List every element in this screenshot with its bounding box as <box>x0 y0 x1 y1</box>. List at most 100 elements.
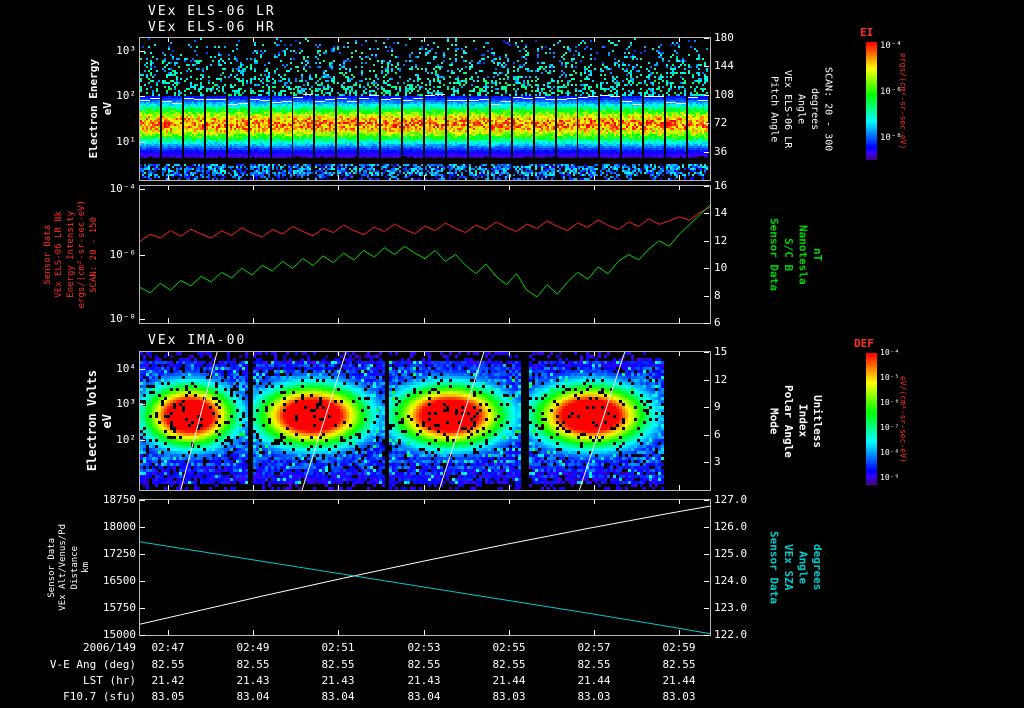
p4-ytick-label: 17250 <box>102 547 136 560</box>
time-label: 02:59 <box>662 641 696 654</box>
time-label: 02:49 <box>236 641 270 654</box>
ei-colorbar-title: EI <box>860 26 874 39</box>
p1-ytick-mark <box>140 96 145 97</box>
p4-time-tick-top <box>253 500 254 504</box>
p2-right-label-line: Nanotesla <box>796 224 810 285</box>
p2-time-tick-bottom <box>679 318 680 323</box>
table-value: 21.44 <box>662 674 696 687</box>
p1-left-label-line: eV <box>100 102 114 116</box>
vex-quicklook-plot: VEx ELS-06 LR VEx ELS-06 HR VEx IMA-00 E… <box>0 0 1024 708</box>
p4-ytick-label: 15000 <box>102 628 136 641</box>
p2-right-tick-label: 14 <box>714 206 728 220</box>
p1-time-tick-bottom <box>168 175 169 180</box>
p3-frame <box>139 351 711 491</box>
p4-frame <box>139 499 711 636</box>
p4-time-tick-top <box>509 500 510 504</box>
p1-time-tick-top <box>338 38 339 42</box>
p3-time-tick-top <box>253 352 254 356</box>
p3-ytick-mark <box>140 440 145 441</box>
p1-time-tick-top <box>509 38 510 42</box>
p4-time-tick-bottom <box>338 630 339 635</box>
p3-time-tick-top <box>594 352 595 356</box>
p1-right-label-line: degrees <box>809 87 820 131</box>
p1-rtick-mark <box>704 38 709 39</box>
p4-ytick-label: 16500 <box>102 574 136 587</box>
p4-rtick-mark <box>704 608 709 609</box>
table-value: 82.55 <box>151 658 185 671</box>
p3-right-tick-label: 6 <box>714 427 721 441</box>
time-label: 02:55 <box>492 641 526 654</box>
p4-time-tick-bottom <box>509 630 510 635</box>
p1-right-label-line: Angle <box>795 93 807 125</box>
p3-right-tick-label: 12 <box>714 372 728 386</box>
p2-rtick-mark <box>704 241 709 242</box>
p2-rtick-mark <box>704 323 709 324</box>
p4-ytick-label: 18000 <box>102 520 136 533</box>
p3-right-tick-label: 9 <box>714 400 721 414</box>
p2-time-tick-top <box>253 186 254 190</box>
table-row-label: F10.7 (sfu) <box>63 690 136 703</box>
p4-time-tick-bottom <box>424 630 425 635</box>
p3-time-tick-bottom <box>679 485 680 490</box>
p3-rtick-mark <box>704 380 709 381</box>
p2-left-label-line: Sensor Data <box>43 224 53 285</box>
panel3-title: VEx IMA-00 <box>148 333 247 348</box>
p4-rtick-mark <box>704 554 709 555</box>
p1-right-tick-label: 72 <box>714 116 728 130</box>
p2-time-tick-top <box>594 186 595 190</box>
p4-right-axis-label: Sensor Data VEx SZA Angle degrees <box>768 500 825 635</box>
table-row-label: LST (hr) <box>83 674 136 687</box>
colorbar-tick-label: 10⁻⁹ <box>880 473 900 483</box>
p1-frame <box>139 37 711 181</box>
p4-time-tick-top <box>168 500 169 504</box>
p1-time-tick-top <box>679 38 680 42</box>
p4-ytick-mark <box>140 608 145 609</box>
p2-time-tick-bottom <box>338 318 339 323</box>
p4-time-tick-bottom <box>594 630 595 635</box>
table-row-label: V-E Ang (deg) <box>49 658 136 671</box>
p2-ytick-mark <box>140 319 145 320</box>
p4-time-tick-bottom <box>253 630 254 635</box>
p2-right-tick-label: 16 <box>714 179 728 192</box>
p2-right-tick-label: 10 <box>714 261 728 275</box>
p3-time-tick-bottom <box>253 485 254 490</box>
p1-left-axis-label: Electron Energy eV <box>87 38 114 180</box>
p4-left-axis-label: Sensor Data VEx Alt/Venus/Pd Distance km <box>47 500 92 635</box>
p2-rtick-mark <box>704 268 709 269</box>
table-value: 83.03 <box>577 690 611 703</box>
table-value: 21.42 <box>151 674 185 687</box>
p1-right-tick-label: 36 <box>714 144 728 158</box>
p1-time-tick-top <box>253 38 254 42</box>
p1-time-tick-bottom <box>679 175 680 180</box>
p3-left-axis-label: Electron Volts eV <box>85 352 114 490</box>
p1-left-label-line: Electron Energy <box>87 59 100 159</box>
p4-ytick-mark <box>140 554 145 555</box>
p2-right-label-line: Sensor Data <box>767 218 781 291</box>
p2-time-tick-bottom <box>424 318 425 323</box>
p1-time-tick-bottom <box>338 175 339 180</box>
colorbar-tick-label: 10⁻⁸ <box>880 132 902 143</box>
table-value: 82.55 <box>407 658 441 671</box>
p4-ytick-label: 15750 <box>102 601 136 614</box>
date-label: 2006/149 <box>83 641 136 654</box>
p1-right-tick-label: 108 <box>714 87 734 101</box>
p3-time-tick-top <box>509 352 510 356</box>
p4-right-tick-label: 122.0 <box>714 628 748 641</box>
plot-title-line1: VEx ELS-06 LR <box>148 4 276 19</box>
table-value: 82.55 <box>662 658 696 671</box>
p3-time-tick-top <box>424 352 425 356</box>
p1-time-tick-bottom <box>424 175 425 180</box>
p3-time-tick-bottom <box>509 485 510 490</box>
plot-title-line2: VEx ELS-06 HR <box>148 20 276 35</box>
colorbar-tick-label: 10⁻⁶ <box>880 398 900 408</box>
table-value: 82.55 <box>492 658 526 671</box>
p4-right-label-line: VEx SZA <box>782 544 796 591</box>
p4-right-tick-label: 123.0 <box>714 601 748 614</box>
colorbar-tick-label: 10⁻⁴ <box>880 40 902 51</box>
p2-time-tick-bottom <box>168 318 169 323</box>
p1-time-tick-top <box>594 38 595 42</box>
time-label: 02:51 <box>321 641 355 654</box>
colorbar-tick-label: 10⁻⁷ <box>880 423 900 433</box>
p1-ytick-mark <box>140 51 145 52</box>
p3-right-label-line: Index <box>796 404 810 438</box>
